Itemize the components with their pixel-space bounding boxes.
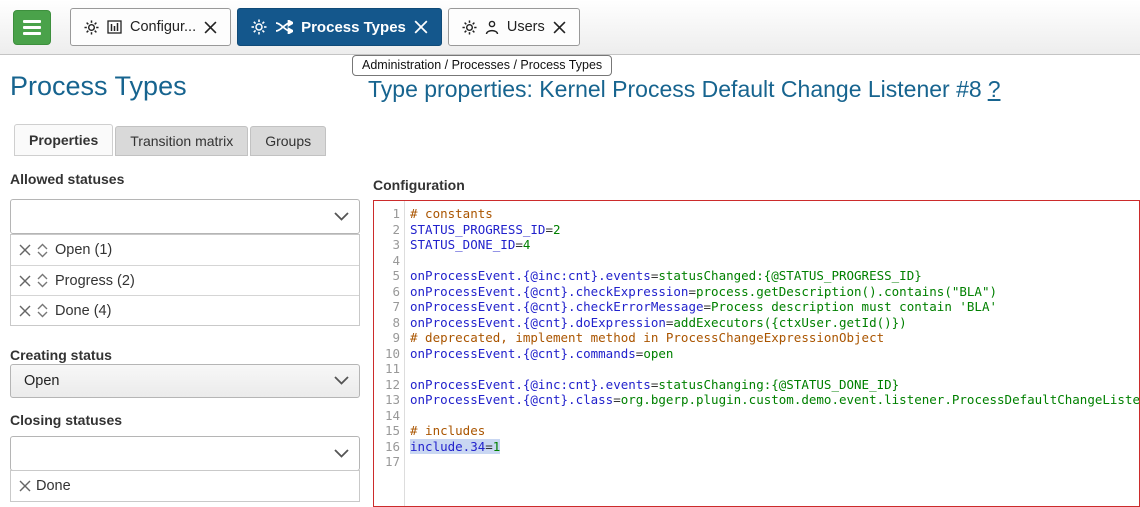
code-line: onProcessEvent.{@cnt}.class=org.bgerp.pl… xyxy=(410,392,1139,408)
close-icon[interactable] xyxy=(204,21,217,34)
gear-icon xyxy=(251,19,267,35)
allowed-statuses-list: Open (1) Progress (2) Done (4) xyxy=(10,234,360,326)
code-line xyxy=(410,408,1139,424)
closing-statuses-label: Closing statuses xyxy=(10,412,122,428)
closing-statuses-combobox[interactable] xyxy=(10,436,360,471)
chart-columns-icon xyxy=(107,20,122,34)
list-item: Done xyxy=(11,471,359,501)
chevron-down-icon xyxy=(334,445,349,463)
line-number: 13 xyxy=(374,392,400,408)
code-line: STATUS_DONE_ID=4 xyxy=(410,237,1139,253)
line-number: 8 xyxy=(374,315,400,331)
tab-transition-matrix[interactable]: Transition matrix xyxy=(115,126,248,156)
list-item: Open (1) xyxy=(11,235,359,265)
line-number: 12 xyxy=(374,377,400,393)
list-item-label: Open (1) xyxy=(55,242,112,258)
creating-status-label: Creating status xyxy=(10,347,112,363)
person-icon xyxy=(485,20,499,35)
code-line: STATUS_PROGRESS_ID=2 xyxy=(410,222,1139,238)
code-area: # constantsSTATUS_PROGRESS_ID=2STATUS_DO… xyxy=(405,201,1139,506)
close-icon[interactable] xyxy=(553,21,566,34)
type-properties-title: Type properties: Kernel Process Default … xyxy=(368,76,1000,103)
tab-users[interactable]: Users xyxy=(448,8,580,46)
gear-icon xyxy=(84,20,99,35)
line-number: 1 xyxy=(374,206,400,222)
line-number: 6 xyxy=(374,284,400,300)
line-number: 7 xyxy=(374,299,400,315)
tab-label: Process Types xyxy=(301,19,406,36)
list-item: Progress (2) xyxy=(11,265,359,295)
line-number: 9 xyxy=(374,330,400,346)
line-number: 10 xyxy=(374,346,400,362)
tab-label: Users xyxy=(507,19,545,35)
gear-icon xyxy=(462,20,477,35)
closing-statuses-list: Done xyxy=(10,470,360,502)
allowed-statuses-label: Allowed statuses xyxy=(10,171,124,187)
line-numbers-gutter: 1234567891011121314151617 xyxy=(374,201,405,506)
line-number: 2 xyxy=(374,222,400,238)
allowed-statuses-combobox[interactable] xyxy=(10,199,360,234)
line-number: 5 xyxy=(374,268,400,284)
page-title: Process Types xyxy=(10,71,187,102)
breadcrumb: Administration / Processes / Process Typ… xyxy=(352,55,612,76)
properties-tab-bar: Properties Transition matrix Groups xyxy=(14,124,326,156)
remove-icon[interactable] xyxy=(18,243,32,257)
type-properties-text: Type properties: Kernel Process Default … xyxy=(368,76,982,102)
remove-icon[interactable] xyxy=(18,479,32,493)
tab-process-types[interactable]: Process Types xyxy=(237,8,442,46)
code-line: # constants xyxy=(410,206,1139,222)
code-line: onProcessEvent.{@inc:cnt}.events=statusC… xyxy=(410,377,1139,393)
code-line: include.34=1 xyxy=(410,439,1139,455)
code-line xyxy=(410,361,1139,377)
sort-handle-icon[interactable] xyxy=(34,272,51,289)
line-number: 16 xyxy=(374,439,400,455)
code-line: onProcessEvent.{@cnt}.commands=open xyxy=(410,346,1139,362)
code-line xyxy=(410,454,1139,470)
menu-button[interactable] xyxy=(13,10,51,45)
chevron-down-icon xyxy=(334,208,349,226)
configuration-editor[interactable]: 1234567891011121314151617 # constantsSTA… xyxy=(373,200,1140,507)
code-line: onProcessEvent.{@cnt}.doExpression=addEx… xyxy=(410,315,1139,331)
sort-handle-icon[interactable] xyxy=(34,302,51,319)
configuration-label: Configuration xyxy=(373,177,465,193)
list-item-label: Done xyxy=(36,478,71,494)
line-number: 3 xyxy=(374,237,400,253)
remove-icon[interactable] xyxy=(18,304,32,318)
sort-handle-icon[interactable] xyxy=(34,242,51,259)
tab-label: Configur... xyxy=(130,19,196,35)
tab-configuration[interactable]: Configur... xyxy=(70,8,231,46)
code-line: # deprecated, implement method in Proces… xyxy=(410,330,1139,346)
line-number: 4 xyxy=(374,253,400,269)
remove-icon[interactable] xyxy=(18,274,32,288)
shuffle-icon xyxy=(275,20,293,34)
line-number: 14 xyxy=(374,408,400,424)
code-line: onProcessEvent.{@cnt}.checkErrorMessage=… xyxy=(410,299,1139,315)
tab-properties[interactable]: Properties xyxy=(14,124,113,156)
line-number: 11 xyxy=(374,361,400,377)
help-link[interactable]: ? xyxy=(988,76,1001,102)
chevron-down-icon xyxy=(334,372,349,390)
code-line: # includes xyxy=(410,423,1139,439)
tab-groups[interactable]: Groups xyxy=(250,126,326,156)
top-tab-bar: Configur... Process Types Users xyxy=(0,0,1140,55)
list-item-label: Progress (2) xyxy=(55,273,135,289)
selected-value: Open xyxy=(24,373,59,389)
close-icon[interactable] xyxy=(414,20,428,34)
code-line: onProcessEvent.{@inc:cnt}.events=statusC… xyxy=(410,268,1139,284)
list-item-label: Done (4) xyxy=(55,303,111,319)
line-number: 15 xyxy=(374,423,400,439)
code-line: onProcessEvent.{@cnt}.checkExpression=pr… xyxy=(410,284,1139,300)
code-line xyxy=(410,253,1139,269)
line-number: 17 xyxy=(374,454,400,470)
list-item: Done (4) xyxy=(11,295,359,325)
creating-status-select[interactable]: Open xyxy=(10,364,360,398)
